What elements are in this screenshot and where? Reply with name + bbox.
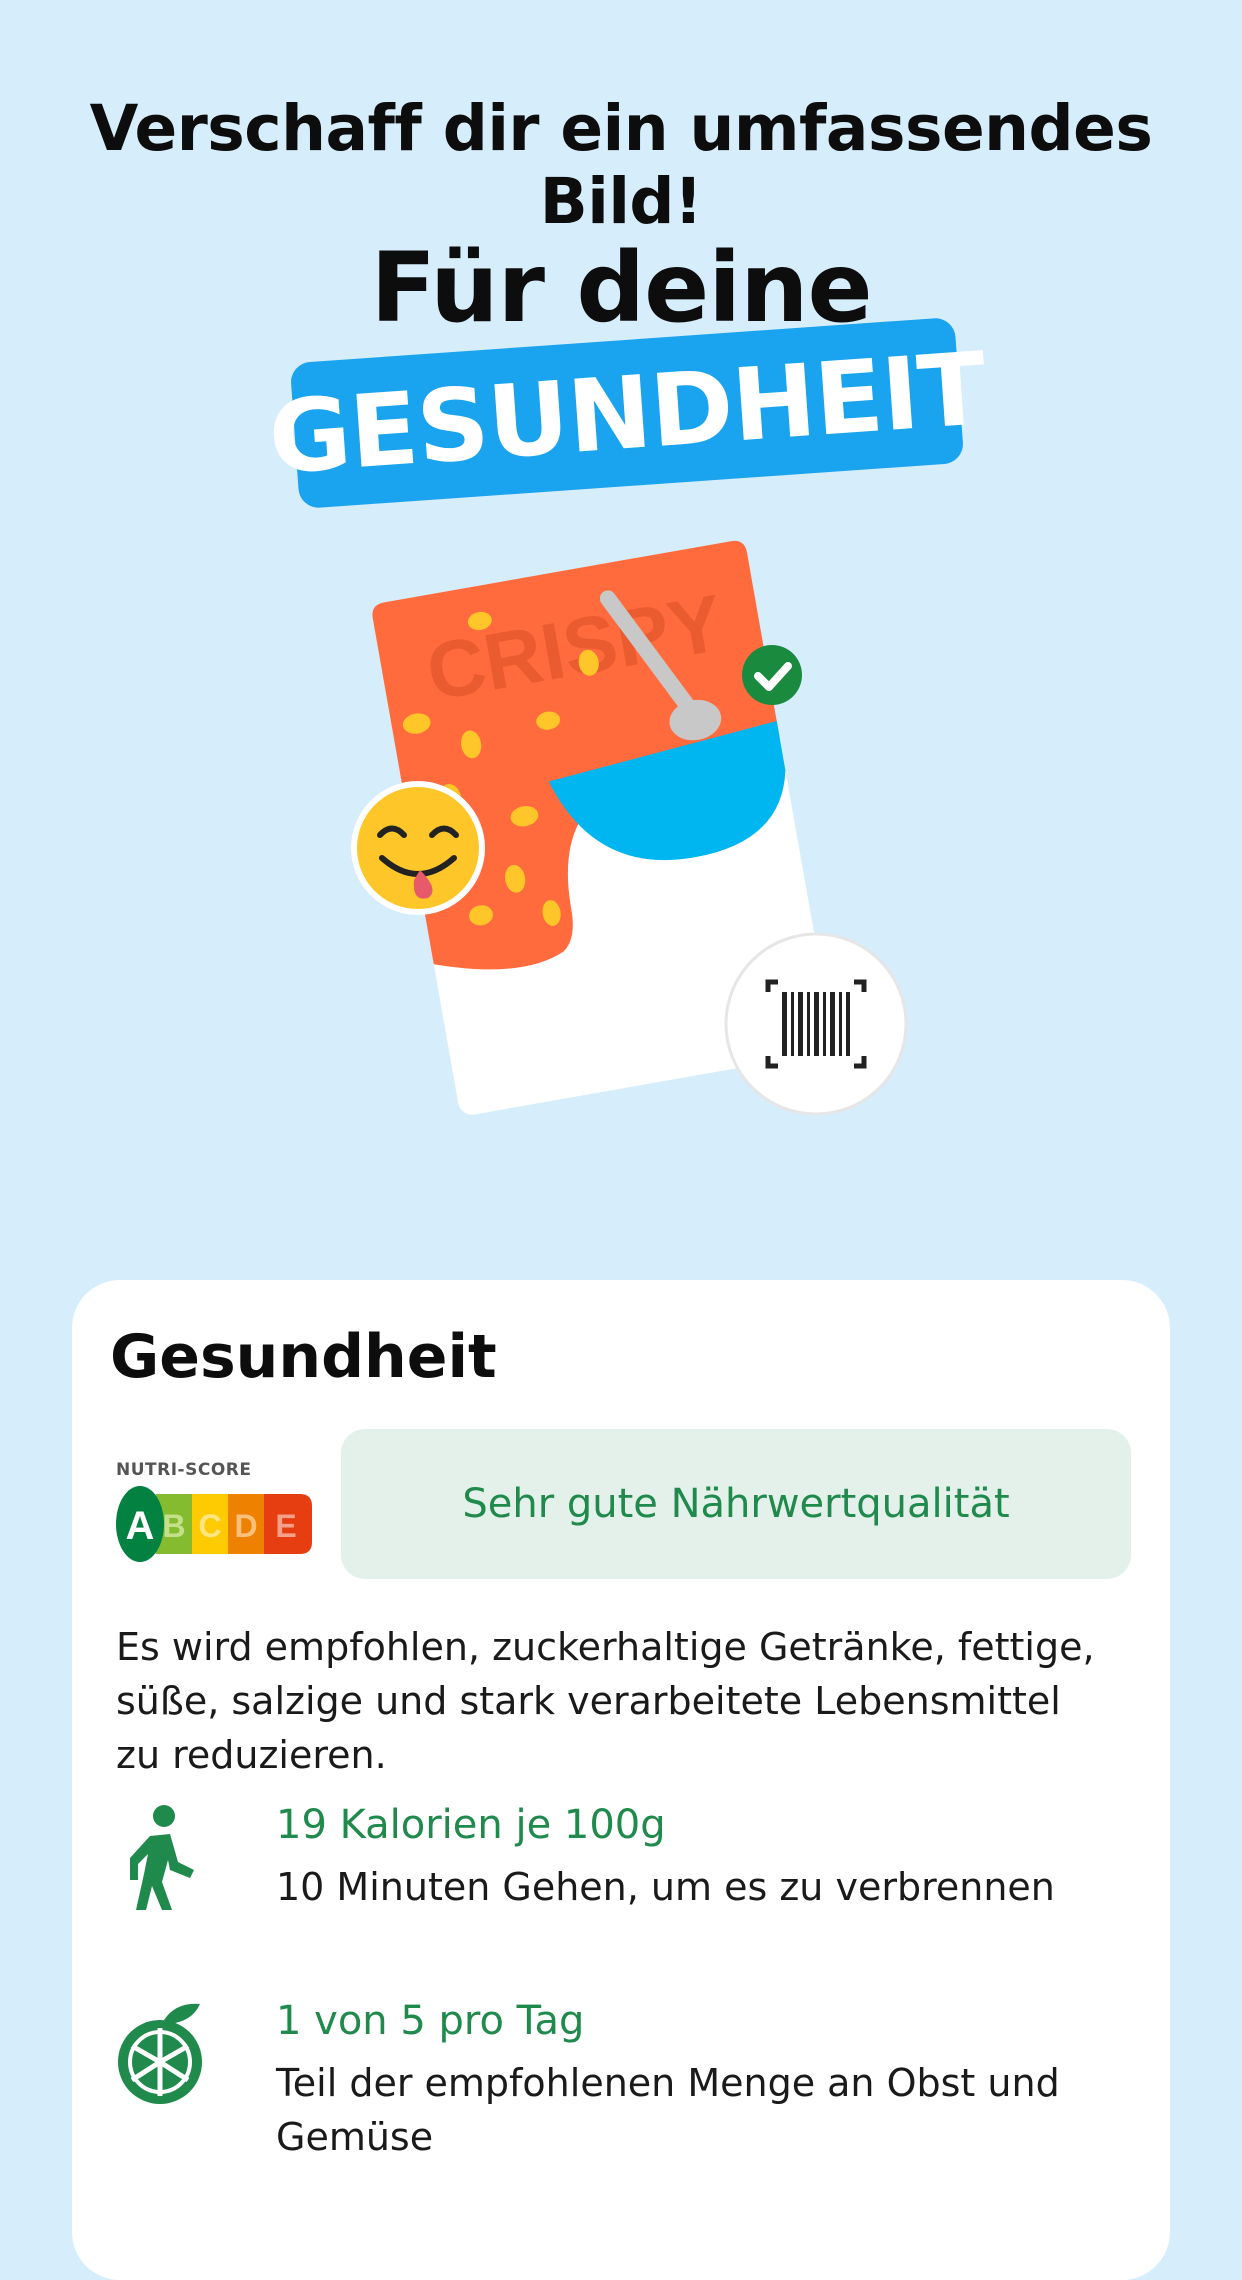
fact-desc: 10 Minuten Gehen, um es zu verbrennen — [276, 1865, 1055, 1909]
check-icon — [742, 645, 802, 705]
nutri-score-scale: A B C D E — [116, 1486, 312, 1562]
health-card: Gesundheit NUTRI-SCORE A B C D E Sehr gu… — [72, 1280, 1170, 2280]
card-title: Gesundheit — [110, 1322, 497, 1392]
grade-e: E — [275, 1508, 296, 1544]
grade-a: A — [126, 1504, 155, 1548]
fruit-icon — [118, 2003, 202, 2104]
quality-box: Sehr gute Nährwertqualität — [341, 1429, 1131, 1579]
nutri-score-badge: NUTRI-SCORE A B C D E — [116, 1460, 316, 1572]
subheadline: Für deine — [370, 232, 872, 344]
grade-b: B — [162, 1508, 185, 1544]
fact-desc: Teil der empfohlenen Menge an Obst und G… — [276, 2061, 1060, 2159]
barcode-scan-icon — [724, 932, 908, 1116]
badge-text: GESUNDHEIT — [264, 329, 990, 497]
walking-person-icon — [130, 1805, 194, 1910]
fact-title: 1 von 5 pro Tag — [276, 1998, 585, 2044]
grade-d: D — [234, 1508, 257, 1544]
nutri-score-label: NUTRI-SCORE — [116, 1460, 252, 1480]
smiley-face-icon — [351, 781, 485, 915]
headline: Verschaff dir ein umfassendes Bild! — [89, 92, 1153, 238]
grade-c: C — [198, 1508, 221, 1544]
quality-text: Sehr gute Nährwertqualität — [462, 1481, 1010, 1527]
fact-title: 19 Kalorien je 100g — [276, 1802, 666, 1848]
badge: GESUNDHEIT — [265, 316, 989, 510]
product-illustration: CRISPY — [351, 540, 908, 1116]
advice-text: Es wird empfohlen, zuckerhaltige Getränk… — [116, 1625, 1095, 1777]
